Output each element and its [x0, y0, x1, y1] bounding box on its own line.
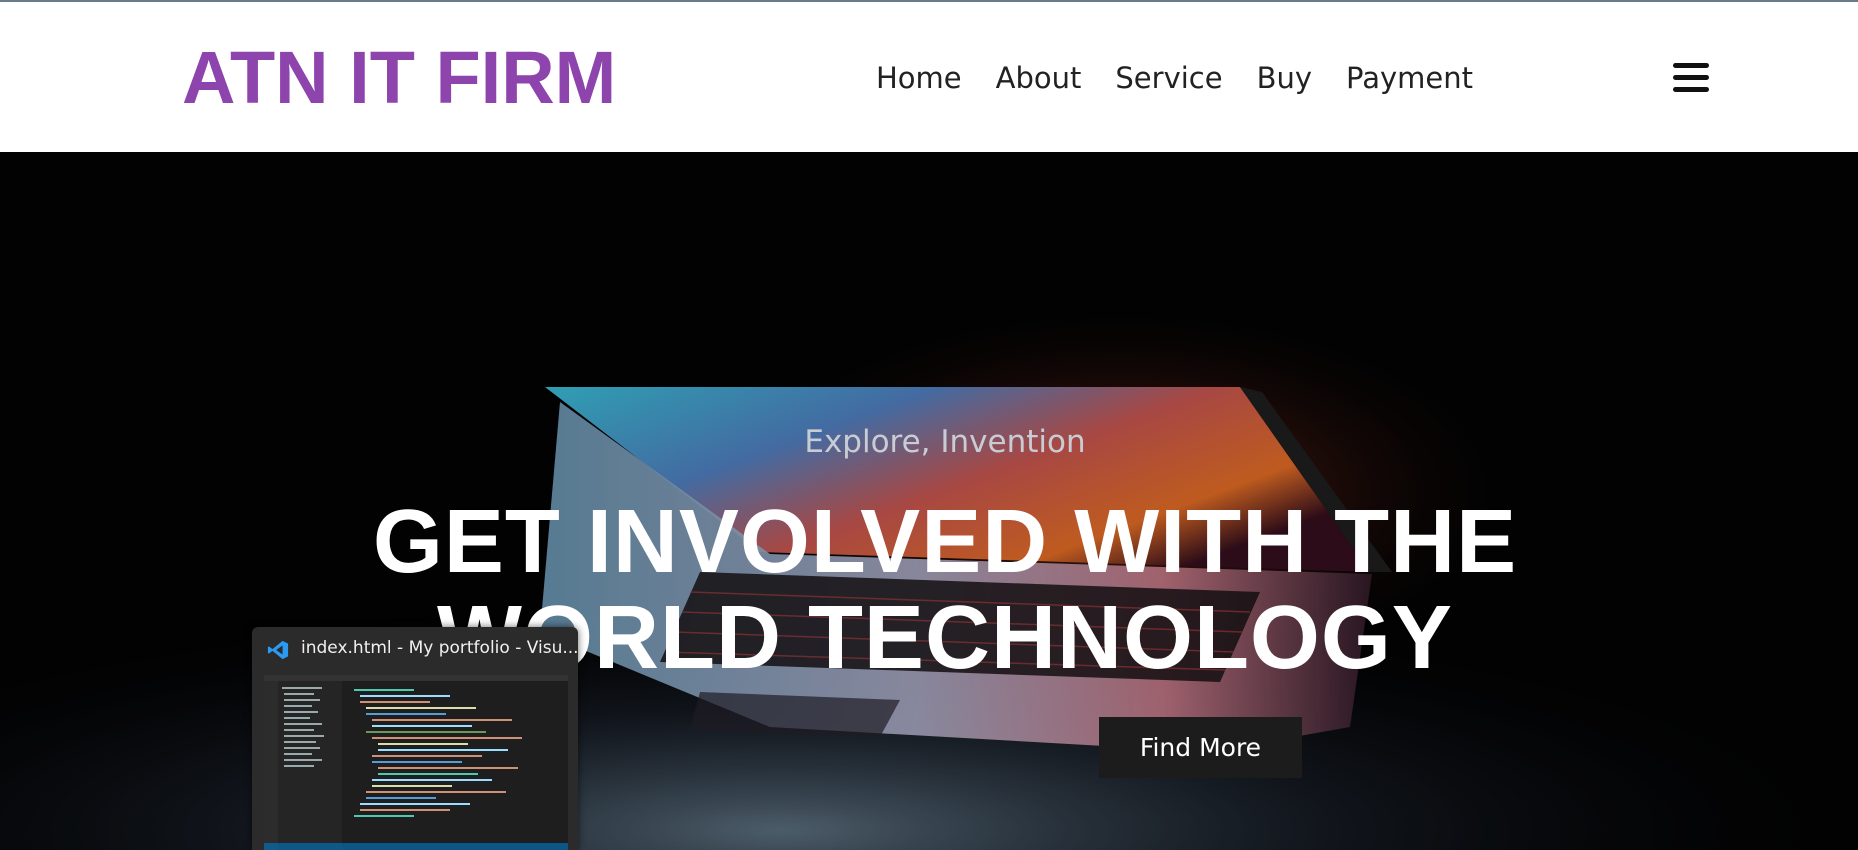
nav-about[interactable]: About — [996, 60, 1082, 96]
hero-subtitle: Explore, Invention — [804, 424, 1086, 460]
nav-buy[interactable]: Buy — [1257, 60, 1312, 96]
taskbar-window-preview[interactable]: index.html - My portfolio - Visu... — [252, 627, 578, 850]
site-header: ATN IT FIRM Home About Service Buy Payme… — [0, 2, 1858, 152]
preview-window-title: index.html - My portfolio - Visu... — [301, 638, 578, 658]
hero-title-line-1: GET INVOLVED WITH THE — [372, 492, 1518, 592]
preview-thumbnail — [264, 675, 568, 850]
nav-payment[interactable]: Payment — [1346, 60, 1473, 96]
nav-service[interactable]: Service — [1115, 60, 1222, 96]
preview-header: index.html - My portfolio - Visu... — [252, 627, 578, 669]
hamburger-menu-icon[interactable] — [1673, 63, 1709, 93]
site-logo[interactable]: ATN IT FIRM — [182, 38, 616, 118]
find-more-button[interactable]: Find More — [1099, 717, 1302, 778]
vscode-icon — [267, 640, 289, 660]
nav-home[interactable]: Home — [876, 60, 962, 96]
main-nav: Home About Service Buy Payment — [876, 60, 1507, 96]
